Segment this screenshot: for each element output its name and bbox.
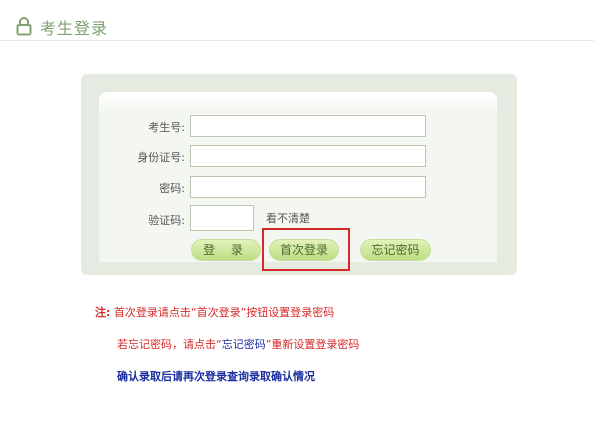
- note-forgot-before: 若忘记密码，请点击“: [117, 338, 222, 351]
- lock-icon: [16, 17, 32, 36]
- captcha-input[interactable]: [190, 205, 254, 231]
- captcha-label: 验证码:: [148, 214, 185, 227]
- page-header: 考生登录: [0, 0, 594, 41]
- field-row-id-number: 身份证号:: [99, 145, 497, 169]
- candidate-number-label: 考生号:: [148, 121, 185, 134]
- login-button[interactable]: 登 录: [191, 239, 261, 261]
- note-prefix: 注:: [95, 306, 111, 319]
- first-login-button[interactable]: 首次登录: [269, 239, 339, 261]
- page-title: 考生登录: [40, 19, 109, 38]
- forgot-password-button[interactable]: 忘记密码: [360, 239, 431, 261]
- note-first-login: 注: 首次登录请点击“首次登录”按钮设置登录密码: [95, 304, 334, 320]
- note-forgot-password: 若忘记密码，请点击“忘记密码”重新设置登录密码: [117, 336, 359, 352]
- note-first-login-text: 首次登录请点击“首次登录”按钮设置登录密码: [113, 306, 335, 319]
- field-row-candidate-number: 考生号:: [99, 115, 497, 139]
- captcha-refresh-link[interactable]: 看不清楚: [266, 210, 310, 226]
- password-input[interactable]: [190, 176, 426, 198]
- field-row-password: 密码:: [99, 176, 497, 200]
- id-number-input[interactable]: [190, 145, 426, 167]
- field-row-captcha: 验证码: 看不清楚: [99, 205, 497, 231]
- note-forgot-link[interactable]: 忘记密码: [222, 338, 266, 351]
- id-number-label: 身份证号:: [137, 151, 185, 164]
- note-forgot-after: ”重新设置登录密码: [265, 338, 360, 351]
- note-check-admission[interactable]: 确认录取后请再次登录查询录取确认情况: [117, 368, 315, 384]
- candidate-number-input[interactable]: [190, 115, 426, 137]
- password-label: 密码:: [159, 182, 185, 195]
